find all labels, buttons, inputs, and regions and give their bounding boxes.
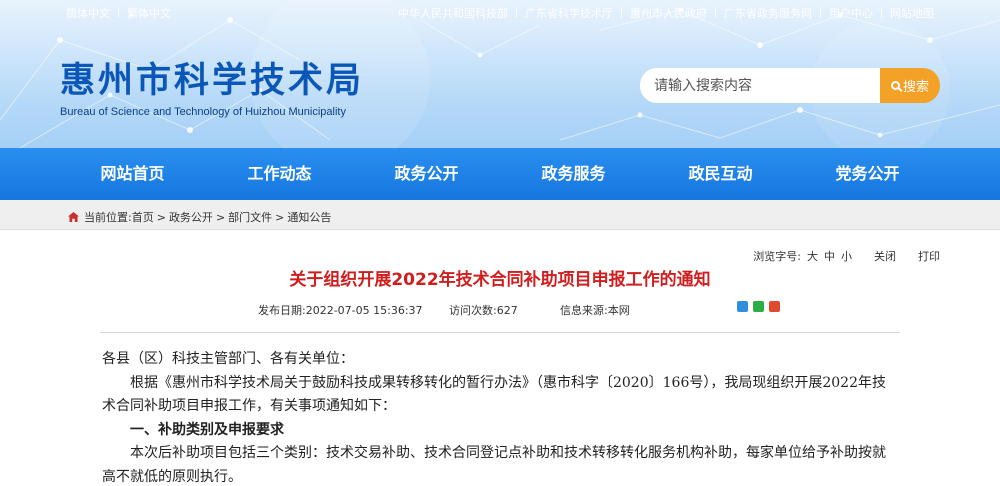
source-value: 本网 xyxy=(607,304,630,317)
site-subtitle: Bureau of Science and Technology of Huiz… xyxy=(60,106,346,118)
breadcrumb-separator: > xyxy=(215,210,226,224)
link-gd-service[interactable]: 广东省政务服务网 xyxy=(724,7,812,20)
home-icon xyxy=(68,212,79,222)
site-title[interactable]: 惠州市科学技术局 xyxy=(60,52,364,103)
breadcrumb-home[interactable]: 首页 xyxy=(132,209,154,225)
link-gdstc[interactable]: 广东省科学技术厅 xyxy=(525,7,613,20)
article-meta: 发布日期:2022-07-05 15:36:37 访问次数:627 信息来源:本… xyxy=(0,302,1000,318)
search-button[interactable]: 搜索 xyxy=(880,68,940,103)
search-input[interactable] xyxy=(640,68,884,103)
top-link-bar: 简体中文 繁体中文 中华人民共和国科技部 广东省科学技术厅 惠州市人民政府 广东省政务服… xyxy=(0,0,1000,24)
user-center-link[interactable]: 用户中心 xyxy=(829,7,873,20)
main-nav: 网站首页 工作动态 政务公开 政务服务 政民互动 党务公开 xyxy=(0,148,1000,200)
traditional-chinese-link[interactable]: 繁体中文 xyxy=(127,7,171,20)
font-size-label: 浏览字号: xyxy=(753,250,801,263)
close-button[interactable]: 关闭 xyxy=(874,250,896,263)
section-heading: 一、补助类别及申报要求 xyxy=(130,421,284,438)
search-icon xyxy=(890,81,900,90)
breadcrumb-separator: > xyxy=(275,210,285,224)
breadcrumb-separator: > xyxy=(156,210,166,224)
weibo-share-icon[interactable] xyxy=(769,301,780,312)
salutation: 各县（区）科技主管部门、各有关单位： xyxy=(102,351,354,367)
nav-item-gov-info[interactable]: 政务公开 xyxy=(353,148,500,200)
search-button-label: 搜索 xyxy=(902,80,929,95)
link-most[interactable]: 中华人民共和国科技部 xyxy=(398,7,508,20)
link-huizhou-gov[interactable]: 惠州市人民政府 xyxy=(630,7,707,20)
breadcrumb-dept-docs[interactable]: 部门文件 xyxy=(228,209,272,225)
search-box: 搜索 xyxy=(640,68,940,103)
source-field: 信息来源:本网 xyxy=(560,302,630,318)
nav-item-gov-service[interactable]: 政务服务 xyxy=(500,148,647,200)
view-count-field: 访问次数:627 xyxy=(449,302,518,318)
share-plus-icon[interactable] xyxy=(737,301,748,312)
body-paragraph: 根据《惠州市科学技术局关于鼓励科技成果转移转化的暂行办法》（惠市科字〔2020〕… xyxy=(102,374,886,415)
simplified-chinese-link[interactable]: 简体中文 xyxy=(66,7,110,20)
share-buttons xyxy=(737,301,780,312)
font-size-medium[interactable]: 中 xyxy=(824,250,835,263)
breadcrumb: 当前位置: 首页 > 政务公开 > 部门文件 > 通知公告 xyxy=(0,200,1000,230)
body-paragraph: 本次后补助项目包括三个类别：技术交易补助、技术合同登记点补助和技术转移转化服务机… xyxy=(102,445,886,485)
nav-item-party-affairs[interactable]: 党务公开 xyxy=(794,148,941,200)
font-size-small[interactable]: 小 xyxy=(841,250,852,263)
print-button[interactable]: 打印 xyxy=(918,250,940,263)
breadcrumb-label: 当前位置: xyxy=(84,211,132,224)
font-size-large[interactable]: 大 xyxy=(807,250,818,263)
sitemap-link[interactable]: 网站地图 xyxy=(890,7,934,20)
divider xyxy=(100,332,900,333)
article-tools: 浏览字号: 大中小 关闭 打印 xyxy=(747,248,940,264)
breadcrumb-gov-info[interactable]: 政务公开 xyxy=(169,209,213,225)
header-banner: 简体中文 繁体中文 中华人民共和国科技部 广东省科学技术厅 惠州市人民政府 广东省政务服… xyxy=(0,0,1000,148)
view-count-value: 627 xyxy=(496,304,518,317)
nav-item-home[interactable]: 网站首页 xyxy=(59,148,206,200)
nav-item-work-news[interactable]: 工作动态 xyxy=(206,148,353,200)
source-label: 信息来源: xyxy=(560,304,608,317)
article-body: 各县（区）科技主管部门、各有关单位： 根据《惠州市科学技术局关于鼓励科技成果转移… xyxy=(102,348,890,486)
view-count-label: 访问次数: xyxy=(449,304,497,317)
publish-date-field: 发布日期:2022-07-05 15:36:37 xyxy=(258,302,423,318)
article-title: 关于组织开展2022年技术合同补助项目申报工作的通知 xyxy=(289,270,711,290)
breadcrumb-notices[interactable]: 通知公告 xyxy=(287,209,331,225)
wechat-share-icon[interactable] xyxy=(753,301,764,312)
publish-date-value: 2022-07-05 15:36:37 xyxy=(305,304,423,317)
nav-item-interaction[interactable]: 政民互动 xyxy=(647,148,794,200)
publish-date-label: 发布日期: xyxy=(258,304,306,317)
